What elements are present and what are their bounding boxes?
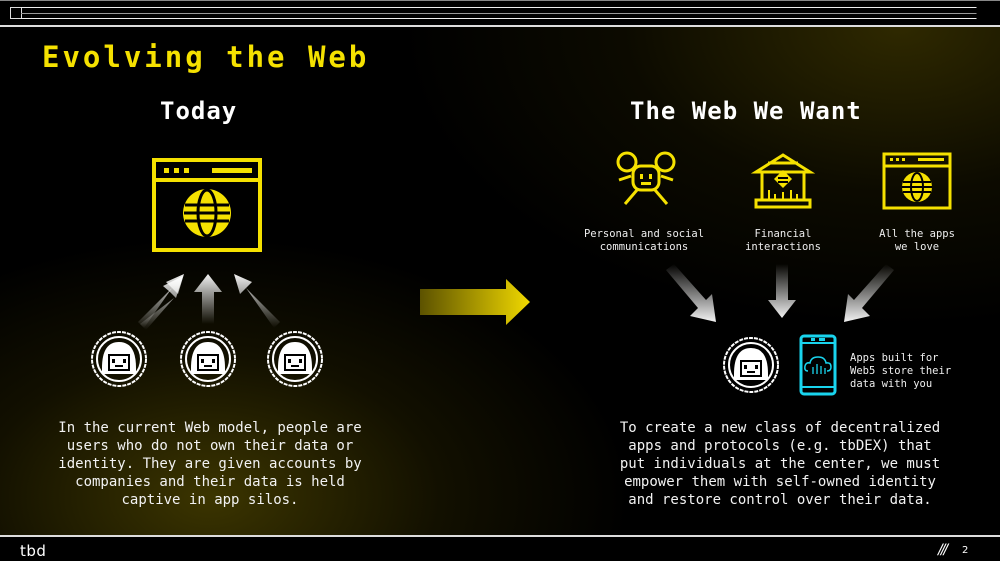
user-avatars-row: [91, 331, 323, 387]
user-avatar-icon: [267, 331, 323, 387]
top-stripe: [21, 18, 977, 19]
web5-note: Apps built for Web5 store their data wit…: [850, 352, 952, 390]
arrow-down-icon: [768, 264, 796, 318]
arrow-up-icon: [194, 274, 222, 324]
user-avatar-icon: [180, 331, 236, 387]
description-line: users who do not own their data or: [66, 438, 354, 454]
description-line: and restore control over their data.: [628, 492, 932, 508]
description-line: empower them with self-owned identity: [624, 474, 936, 490]
slide-title: Evolving the Web: [42, 40, 370, 74]
phone-cloud-icon: [799, 334, 837, 396]
web-we-want-heading: The Web We Want: [630, 97, 862, 125]
today-description: In the current Web model, people are use…: [30, 419, 390, 509]
today-heading: Today: [160, 97, 238, 125]
tbd-logo: tbd: [20, 542, 47, 560]
browser-globe-icon: [152, 158, 262, 252]
description-line: identity. They are given accounts by: [58, 456, 362, 472]
web-we-want-description: To create a new class of decentralized a…: [585, 419, 975, 509]
description-line: companies and their data is held: [75, 474, 345, 490]
arrow-up-right-icon: [138, 274, 184, 330]
arrow-down-left-icon: [844, 264, 894, 322]
description-line: In the current Web model, people are: [58, 420, 362, 436]
bank-icon: [750, 153, 816, 209]
top-stripe: [21, 13, 977, 14]
user-avatar-icon: [91, 331, 147, 387]
social-people-icon: [616, 151, 676, 205]
arrow-up-left-icon: [234, 274, 280, 328]
upward-arrows: [138, 274, 280, 330]
page-number: 2: [962, 545, 969, 556]
top-stripe: [21, 7, 977, 8]
arrow-down-right-icon: [666, 264, 716, 322]
slide-footer: [0, 537, 1000, 561]
slide-top-bar: [0, 0, 1000, 26]
category-label-apps: All the apps we love: [879, 228, 955, 253]
user-avatar-icon: [723, 337, 779, 393]
slash-mark-icon: ///: [938, 542, 948, 558]
category-label-financial: Financial interactions: [745, 228, 821, 253]
description-line: captive in app silos.: [121, 492, 299, 508]
description-line: To create a new class of decentralized: [619, 420, 941, 436]
browser-globe-icon: [882, 152, 952, 210]
description-line: apps and protocols (e.g. tbDEX) that: [628, 438, 932, 454]
downward-arrows: [666, 264, 894, 322]
arrow-right-icon: [420, 279, 530, 325]
description-line: put individuals at the center, we must: [619, 456, 941, 472]
category-label-social: Personal and social communications: [583, 228, 705, 253]
